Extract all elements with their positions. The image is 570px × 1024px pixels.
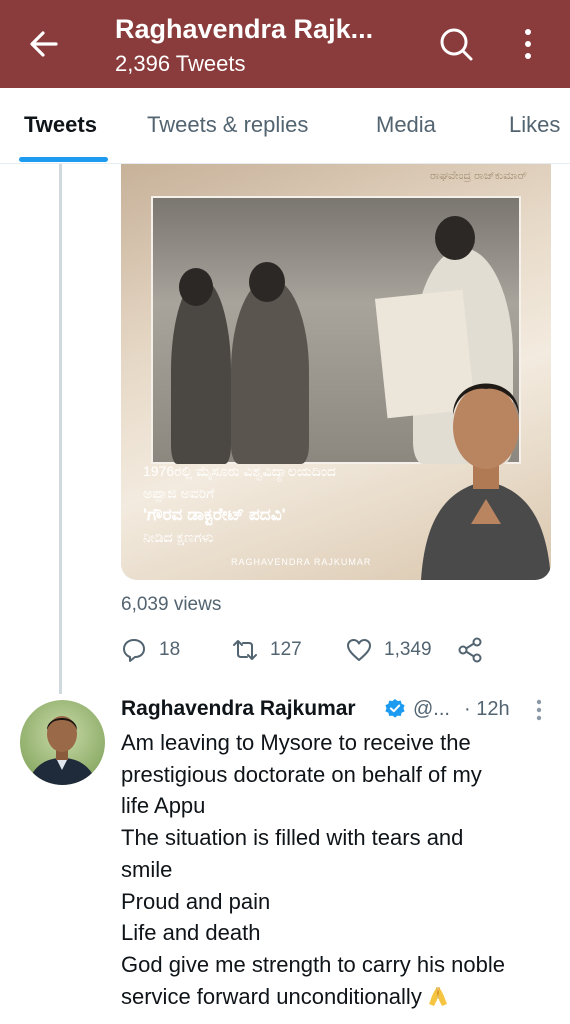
reply-button[interactable]: 18 <box>121 636 180 664</box>
reply-count: 18 <box>159 639 181 660</box>
tab-tweets[interactable]: Tweets <box>24 112 97 138</box>
retweet-icon <box>233 640 257 660</box>
tweet-media-image[interactable]: ರಾಘವೇಂದ್ರ ರಾಜ್‌ಕುಮಾರ್ 1976ರಲ್ಲಿ ಮೈಸೂರು ವ… <box>121 164 551 580</box>
share-icon <box>458 637 482 663</box>
folded-hands-emoji <box>428 986 447 1006</box>
profile-tabs: Tweets Tweets & replies Media Likes <box>0 88 570 164</box>
media-credit: RAGHAVENDRA RAJKUMAR <box>231 557 372 567</box>
back-button[interactable] <box>26 26 62 62</box>
tweet-timestamp[interactable]: · 12h <box>464 698 510 721</box>
tab-likes[interactable]: Likes <box>509 112 560 138</box>
avatar[interactable] <box>20 700 105 785</box>
media-watermark: ರಾಘವೇಂದ್ರ ರಾಜ್‌ಕುಮಾರ್ <box>430 170 527 182</box>
tweet-header: Raghavendra Rajkumar @... · 12h <box>121 697 551 727</box>
author-handle[interactable]: @... <box>413 698 450 721</box>
media-caption: 1976ರಲ್ಲಿ ಮೈಸೂರು ವಿಶ್ವವಿದ್ಯಾಲಯದಿಂದ ಅಪ್ಪಾ… <box>143 463 336 545</box>
verified-badge-icon <box>385 699 405 718</box>
retweet-button[interactable]: 127 <box>232 636 302 664</box>
active-tab-indicator <box>19 157 108 162</box>
tab-media[interactable]: Media <box>376 112 436 138</box>
search-button[interactable] <box>436 24 476 64</box>
heart-icon <box>347 639 371 661</box>
tweet-actions: 18 127 1,349 <box>121 636 541 664</box>
more-vertical-icon <box>525 29 531 59</box>
more-options-button[interactable] <box>516 24 540 64</box>
profile-name-title: Raghavendra Rajk... <box>115 14 374 44</box>
author-name[interactable]: Raghavendra Rajkumar <box>121 697 356 721</box>
reply-icon <box>123 639 145 662</box>
tab-tweets-and-replies[interactable]: Tweets & replies <box>147 112 308 138</box>
like-count: 1,349 <box>384 639 432 660</box>
tweet-count: 2,396 Tweets <box>115 51 246 76</box>
search-icon <box>440 28 473 61</box>
person-portrait <box>421 349 551 580</box>
view-count: 6,039 views <box>121 594 222 615</box>
like-button[interactable]: 1,349 <box>346 636 432 664</box>
retweet-count: 127 <box>270 639 302 660</box>
profile-header: Raghavendra Rajk... 2,396 Tweets <box>0 0 570 88</box>
arrow-left-icon <box>30 31 58 57</box>
share-button[interactable] <box>457 636 483 664</box>
thread-connector-line <box>59 164 62 694</box>
tweet-body: Am leaving to Mysore to receive the pres… <box>121 730 505 1009</box>
more-vertical-icon[interactable] <box>533 697 545 723</box>
